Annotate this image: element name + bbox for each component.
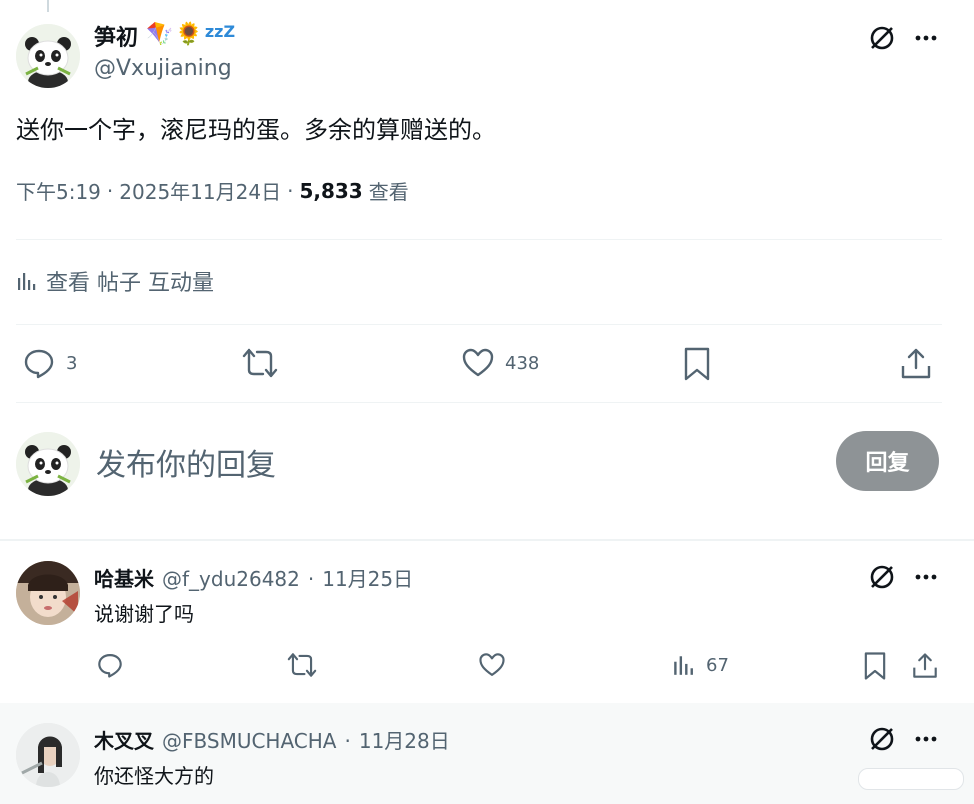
reply-icon [98,654,122,678]
reply-header: 哈基米 @f_ydu26482 · 11月25日 [94,563,413,592]
grok-icon[interactable] [866,562,898,592]
views-count: 67 [706,654,729,676]
avatar-photo [16,561,80,625]
share-icon [913,653,937,678]
reply-author-name[interactable]: 木叉叉 [94,725,154,754]
share-action[interactable] [911,651,939,681]
post-text: 送你一个字，滚尼玛的蛋。多余的算赠送的。 [16,116,496,144]
reply-header: 木叉叉 @FBSMUCHACHA · 11月28日 [94,725,450,754]
thread-line [47,0,49,12]
reply-button[interactable]: 回复 [836,431,939,491]
reply-input[interactable]: 发布你的回复 [96,440,276,484]
like-count: 438 [505,352,540,374]
grok-icon[interactable] [866,22,898,54]
repost-icon [242,348,278,378]
like-action[interactable] [478,651,506,679]
grok-icon[interactable] [866,724,898,754]
meta-dot: · [287,178,294,203]
sunflower-icon: 🌻 [175,22,203,47]
bookmark-action[interactable] [862,651,888,681]
analytics-icon [674,656,693,675]
more-icon[interactable] [910,562,942,592]
bookmark-icon [684,347,710,381]
reply-text: 你还怪大方的 [94,764,214,788]
name-emojis: 🪁 🌻 zzZ [146,22,235,47]
share-icon [901,348,931,379]
my-avatar[interactable] [16,432,80,496]
views-label: 查看 [368,180,409,204]
meta-dot: · [307,567,315,591]
reply-icon [24,349,54,379]
kite-icon: 🪁 [146,22,174,47]
reply-action[interactable]: 3 [22,346,77,380]
analytics-label: 查看 帖子 互动量 [46,271,214,296]
meta-dot: · [106,178,114,203]
reply-count: 3 [66,352,78,374]
reply-avatar[interactable] [16,723,80,787]
reply-date[interactable]: 11月28日 [359,725,450,754]
heart-icon [479,653,505,676]
repost-action[interactable] [286,651,318,679]
view-analytics-link[interactable]: 查看 帖子 互动量 [16,265,214,297]
reply-author-handle[interactable]: @FBSMUCHACHA [162,729,336,753]
author-handle[interactable]: @Vxujianing [94,56,232,81]
more-icon[interactable] [910,724,942,754]
divider [16,402,942,403]
share-action[interactable] [899,346,933,382]
avatar-photo [16,723,80,787]
author-name[interactable]: 笋初 [94,20,138,52]
reply-avatar[interactable] [16,561,80,625]
scroll-indicator[interactable] [858,768,964,790]
reply-date[interactable]: 11月25日 [322,563,413,592]
views-count: 5,833 [299,178,363,203]
author-avatar[interactable] [16,24,80,88]
post-date[interactable]: 2025年11月24日 [119,176,281,205]
section-divider [0,539,974,541]
like-action[interactable]: 438 [461,346,539,380]
meta-dot: · [344,729,351,753]
reply-author-handle[interactable]: @f_ydu26482 [162,567,300,591]
more-icon[interactable] [910,22,942,54]
sleep-icon: zzZ [204,22,236,41]
divider [16,324,942,325]
reply-text: 说谢谢了吗 [94,602,194,626]
panda-avatar-image [16,432,80,496]
analytics-icon [18,273,36,290]
divider [16,239,942,240]
post-time[interactable]: 下午5:19 [16,176,101,205]
heart-icon [462,348,494,377]
reply-author-name[interactable]: 哈基米 [94,563,154,592]
repost-action[interactable] [241,346,279,380]
repost-icon [287,653,317,677]
views-action[interactable]: 67 [672,652,729,678]
panda-avatar-image [16,24,80,88]
bookmark-icon [864,652,886,680]
reply-action[interactable] [96,651,124,679]
bookmark-action[interactable] [682,346,712,382]
post-meta: 下午5:19 · 2025年11月24日 · 5,833 查看 [16,176,409,205]
